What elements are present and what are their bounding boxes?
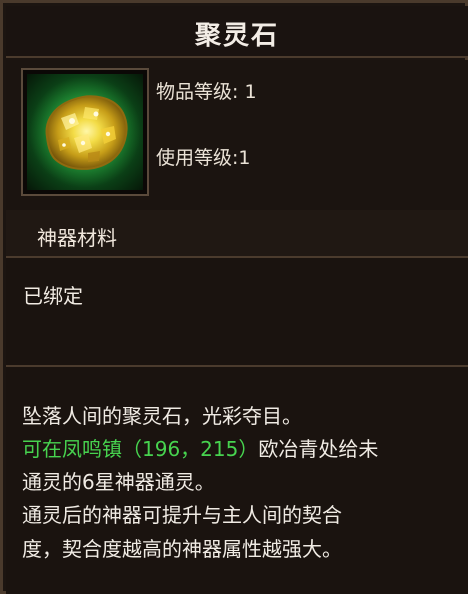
description-line-5: 度，契合度越高的神器属性越强大。 <box>22 537 342 561</box>
description-line-3: 通灵的6星神器通灵。 <box>22 470 215 494</box>
item-level-text: 物品等级: 1 <box>156 81 257 103</box>
description-line-1: 坠落人间的聚灵石，光彩夺目。 <box>22 404 302 428</box>
description-suffix: 欧冶青处给未 <box>258 437 379 461</box>
category-bar: 神器材料 <box>6 210 468 258</box>
item-title: 聚灵石 <box>194 21 279 51</box>
description-line-2: 可在凤鸣镇（196，215）欧冶青处给未 <box>22 433 378 462</box>
title-bar: 聚灵石 <box>6 6 468 58</box>
bind-status: 已绑定 <box>23 284 83 308</box>
gold-ore-icon-graphic <box>27 74 143 190</box>
description-line-4: 通灵后的神器可提升与主人间的契合 <box>22 503 342 527</box>
item-tooltip: 聚灵石 物品等级: 1 使用等级:1 神器材料 已绑定 坠落人间的聚灵石，光彩夺… <box>0 0 468 594</box>
description-section: 坠落人间的聚灵石，光彩夺目。 可在凤鸣镇（196，215）欧冶青处给未 通灵的6… <box>6 367 468 594</box>
bind-status-section: 已绑定 <box>6 258 468 367</box>
gold-ore-icon <box>27 74 143 190</box>
item-category: 神器材料 <box>37 226 117 250</box>
item-info-panel: 物品等级: 1 使用等级:1 <box>6 60 468 210</box>
location-name: 凤鸣镇（196，215） <box>62 437 259 461</box>
description-prefix: 可在 <box>22 437 62 461</box>
item-icon-frame <box>21 68 149 196</box>
use-level-text: 使用等级:1 <box>156 147 251 169</box>
